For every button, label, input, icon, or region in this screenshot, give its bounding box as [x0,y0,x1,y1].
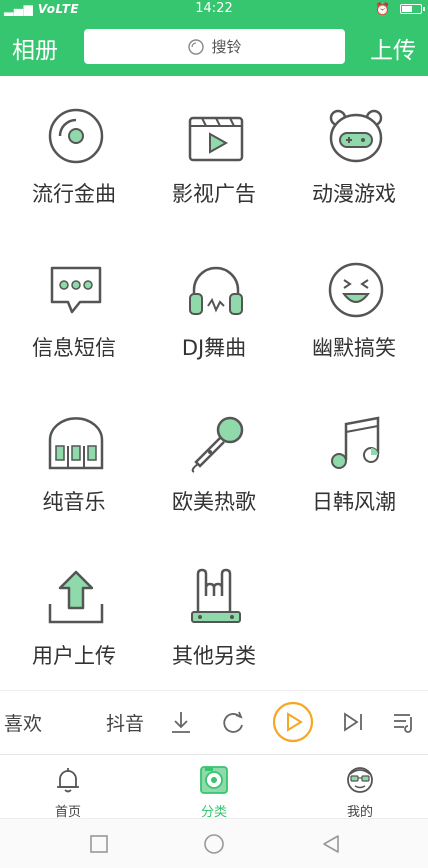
category-label: 用户上传 [32,644,116,668]
tab-home[interactable]: 首页 [28,765,108,820]
category-item-sms[interactable]: 信息短信 [4,230,144,380]
music-disc-icon [200,766,228,794]
mini-player: 喜欢 抖音 [0,690,428,754]
next-icon[interactable] [340,709,366,735]
bottom-tab-bar: 首页 分类 我的 [0,754,428,820]
playlist-icon[interactable] [390,709,416,735]
category-item-user-upload[interactable]: 用户上传 [4,538,144,688]
message-bubble-icon [50,266,102,314]
category-item-humor[interactable]: 幽默搞笑 [284,230,424,380]
repeat-icon[interactable] [220,709,246,735]
app-header: 相册 搜铃 上传 [0,18,428,76]
category-label: 动漫游戏 [312,182,396,206]
category-label: 信息短信 [32,336,116,360]
category-label: 欧美热歌 [172,490,256,514]
scrolling-playlist-text[interactable]: 喜欢 [4,709,42,736]
category-item-dj[interactable]: DJ舞曲 [144,230,284,380]
status-icons: ⏰ [375,2,425,16]
search-icon [188,38,205,55]
category-label: 日韩风潮 [312,490,396,514]
back-icon[interactable] [320,833,342,855]
download-icon[interactable] [168,709,194,735]
album-button[interactable]: 相册 [12,31,58,65]
status-bar: ▂▄▆ VoLTE 14:22 ⏰ [0,0,428,18]
vinyl-record-icon [48,108,104,164]
profile-face-icon [347,767,373,793]
music-note-icon [331,416,380,469]
scrolling-song-text[interactable]: 抖音 [106,709,150,736]
category-item-jk-trends[interactable]: 日韩风潮 [284,384,424,534]
category-label: DJ舞曲 [181,336,247,360]
game-controller-bear-icon [329,109,383,163]
system-navigation-bar [0,818,428,868]
category-item-instrumental[interactable]: 纯音乐 [4,384,144,534]
category-label: 影视广告 [172,182,256,206]
recent-apps-icon[interactable] [88,833,110,855]
video-play-icon [188,116,244,162]
home-icon[interactable] [203,833,225,855]
category-label: 纯音乐 [42,490,106,514]
search-placeholder: 搜铃 [211,38,242,56]
category-item-western-hits[interactable]: 欧美热歌 [144,384,284,534]
microphone-icon [191,416,244,473]
piano-icon [48,417,104,470]
category-item-film-ads[interactable]: 影视广告 [144,76,284,226]
category-item-anime-games[interactable]: 动漫游戏 [284,76,424,226]
rock-hand-icon [191,568,241,623]
category-item-pop[interactable]: 流行金曲 [4,76,144,226]
upload-arrow-icon [48,570,104,624]
bell-icon [57,768,79,793]
category-label: 流行金曲 [32,182,116,206]
laughing-face-icon [328,262,384,318]
play-button[interactable] [272,701,314,743]
category-item-other[interactable]: 其他另类 [144,538,284,688]
tab-categories[interactable]: 分类 [174,765,254,820]
category-label: 其他另类 [172,644,256,668]
upload-button[interactable]: 上传 [370,31,416,65]
battery-icon [400,4,425,14]
tab-mine[interactable]: 我的 [320,765,400,820]
clock: 14:22 [195,1,233,16]
headphones-icon [189,266,243,315]
category-label: 幽默搞笑 [312,336,396,360]
search-input[interactable]: 搜铃 [84,29,345,64]
battery-fill [402,6,413,12]
alarm-icon: ⏰ [375,2,390,16]
